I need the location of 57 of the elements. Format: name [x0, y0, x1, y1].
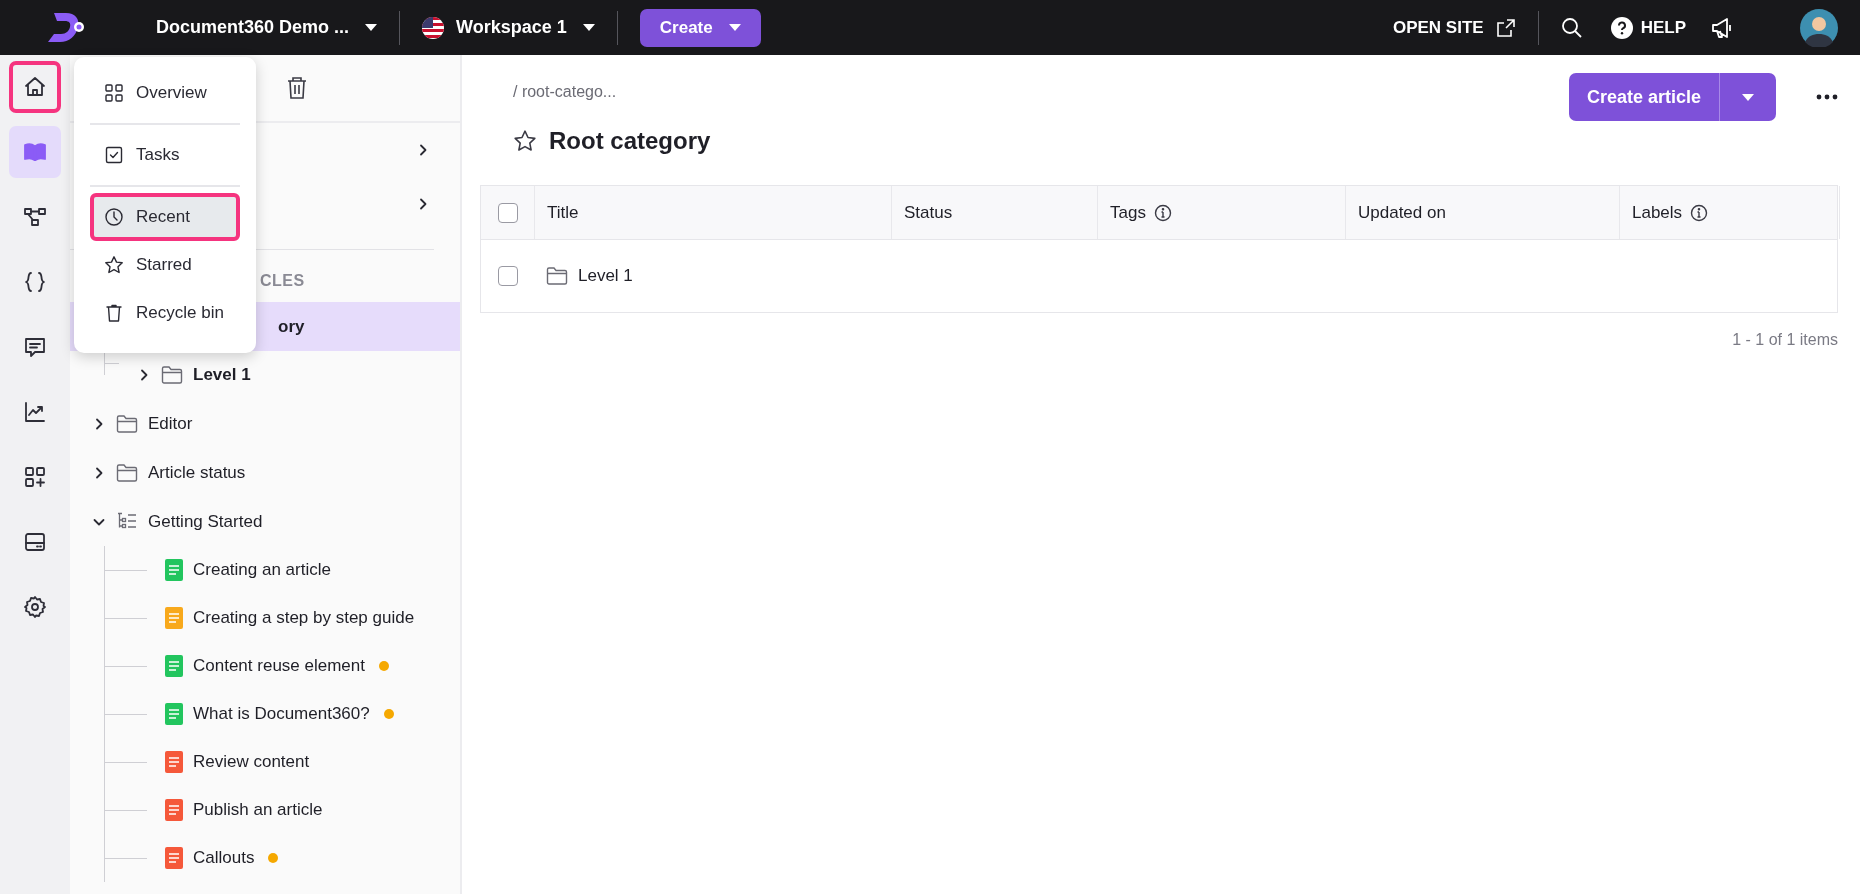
caret-icon — [365, 24, 378, 31]
create-button[interactable]: Create — [639, 8, 761, 47]
table-cell[interactable]: Level 1 — [534, 240, 891, 312]
home-nav-icon[interactable] — [9, 61, 61, 113]
column-header[interactable]: Tags — [1097, 186, 1345, 239]
recent-icon — [104, 207, 124, 227]
column-header[interactable]: Updated on — [1345, 186, 1619, 239]
help-link[interactable]: HELP — [1610, 16, 1686, 39]
star-icon[interactable] — [513, 129, 537, 153]
section-heading: CLES — [260, 272, 305, 291]
folder-icon — [161, 364, 183, 386]
workspace-dropdown[interactable]: Workspace 1 — [456, 17, 595, 38]
caret-icon — [728, 24, 741, 31]
column-header[interactable]: Title — [534, 186, 891, 239]
column-header[interactable]: Status — [891, 186, 1097, 239]
docs-nav-icon[interactable] — [9, 126, 61, 178]
tree-item[interactable]: Article status — [70, 448, 460, 497]
breadcrumb[interactable]: / root-catego... — [513, 83, 711, 101]
tree-item[interactable]: Creating a step by step guide — [70, 594, 460, 642]
folder-icon — [116, 412, 138, 435]
tasks-icon — [104, 145, 124, 165]
create-article-button[interactable]: Create article — [1568, 73, 1776, 121]
tree-item[interactable]: Creating an article — [70, 546, 460, 594]
tree-item[interactable]: Callouts — [70, 834, 460, 882]
menu-item[interactable]: Recent — [90, 193, 240, 241]
starred-icon — [104, 255, 124, 275]
menu-item[interactable]: Overview — [90, 69, 240, 117]
search-icon[interactable] — [1560, 16, 1583, 39]
tree-item[interactable]: Content reuse element — [70, 642, 460, 690]
folder-icon — [116, 461, 138, 484]
menu-item[interactable]: Tasks — [90, 131, 240, 179]
menu-item[interactable]: Starred — [90, 241, 240, 289]
recycle-icon — [104, 303, 124, 323]
more-icon[interactable] — [1816, 94, 1838, 100]
pagination-text: 1 - 1 of 1 items — [1731, 331, 1838, 349]
caret-icon — [582, 24, 595, 31]
tree-item[interactable]: Editor — [70, 399, 460, 448]
checkbox[interactable] — [497, 202, 518, 223]
help-icon — [1610, 16, 1633, 39]
flag-icon — [422, 16, 445, 39]
tree-item[interactable]: Getting Started — [70, 497, 460, 546]
project-dropdown[interactable]: Document360 Demo ... — [156, 17, 378, 38]
trash-icon[interactable] — [286, 76, 308, 100]
caret-icon — [1742, 93, 1754, 101]
overview-icon — [104, 83, 124, 103]
external-link-icon — [1495, 17, 1516, 38]
checkbox[interactable] — [497, 266, 518, 286]
info-icon — [1690, 203, 1709, 222]
tree-item[interactable]: Publish an article — [70, 786, 460, 834]
megaphone-icon[interactable] — [1710, 15, 1734, 40]
tree-item[interactable]: Review content — [70, 738, 460, 786]
tree-item[interactable]: What is Document360? — [70, 690, 460, 738]
info-icon — [1153, 203, 1172, 222]
open-site-link[interactable]: OPEN SITE — [1392, 17, 1516, 38]
page-title: Root category — [549, 127, 711, 155]
avatar[interactable] — [1800, 8, 1838, 47]
folder-icon — [546, 265, 568, 287]
